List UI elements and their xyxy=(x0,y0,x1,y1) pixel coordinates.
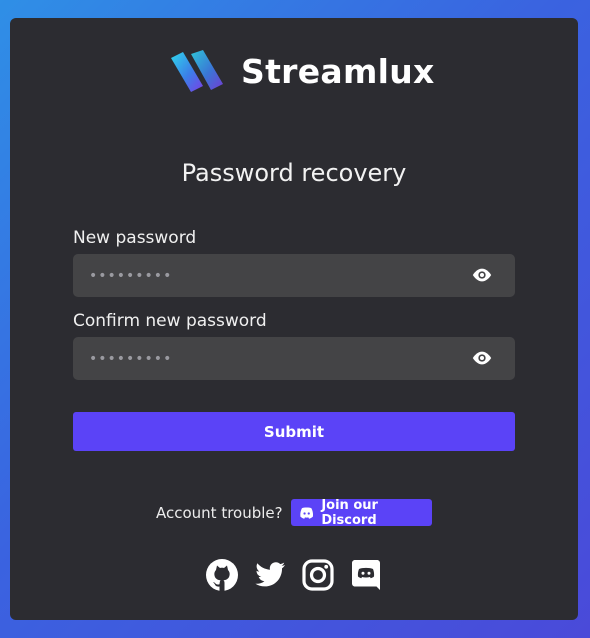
twitter-icon xyxy=(255,562,285,587)
social-links xyxy=(205,558,397,592)
instagram-icon xyxy=(302,559,334,591)
discord-icon xyxy=(300,507,314,519)
discord-link[interactable] xyxy=(349,558,383,592)
new-password-field xyxy=(73,254,515,297)
join-discord-label: Join our Discord xyxy=(321,497,378,528)
confirm-password-label: Confirm new password xyxy=(73,311,267,331)
streamlux-logo-icon xyxy=(171,50,223,92)
join-discord-button[interactable]: Join our Discord xyxy=(291,497,432,528)
confirm-password-field xyxy=(73,337,515,380)
twitter-link[interactable] xyxy=(253,558,287,592)
eye-icon[interactable] xyxy=(471,266,493,284)
confirm-password-input[interactable] xyxy=(73,337,463,380)
brand-name: Streamlux xyxy=(241,51,435,91)
recovery-card: Streamlux Password recovery New password… xyxy=(10,18,578,620)
new-password-label: New password xyxy=(73,228,197,248)
discord-icon xyxy=(352,560,380,590)
account-trouble-text: Account trouble? xyxy=(156,504,283,522)
brand: Streamlux xyxy=(167,48,435,94)
submit-button[interactable]: Submit xyxy=(73,412,515,451)
page-title: Password recovery xyxy=(181,159,407,187)
new-password-input[interactable] xyxy=(73,254,463,297)
github-link[interactable] xyxy=(205,558,239,592)
instagram-link[interactable] xyxy=(301,558,335,592)
github-icon xyxy=(206,559,238,591)
eye-icon[interactable] xyxy=(471,349,493,367)
